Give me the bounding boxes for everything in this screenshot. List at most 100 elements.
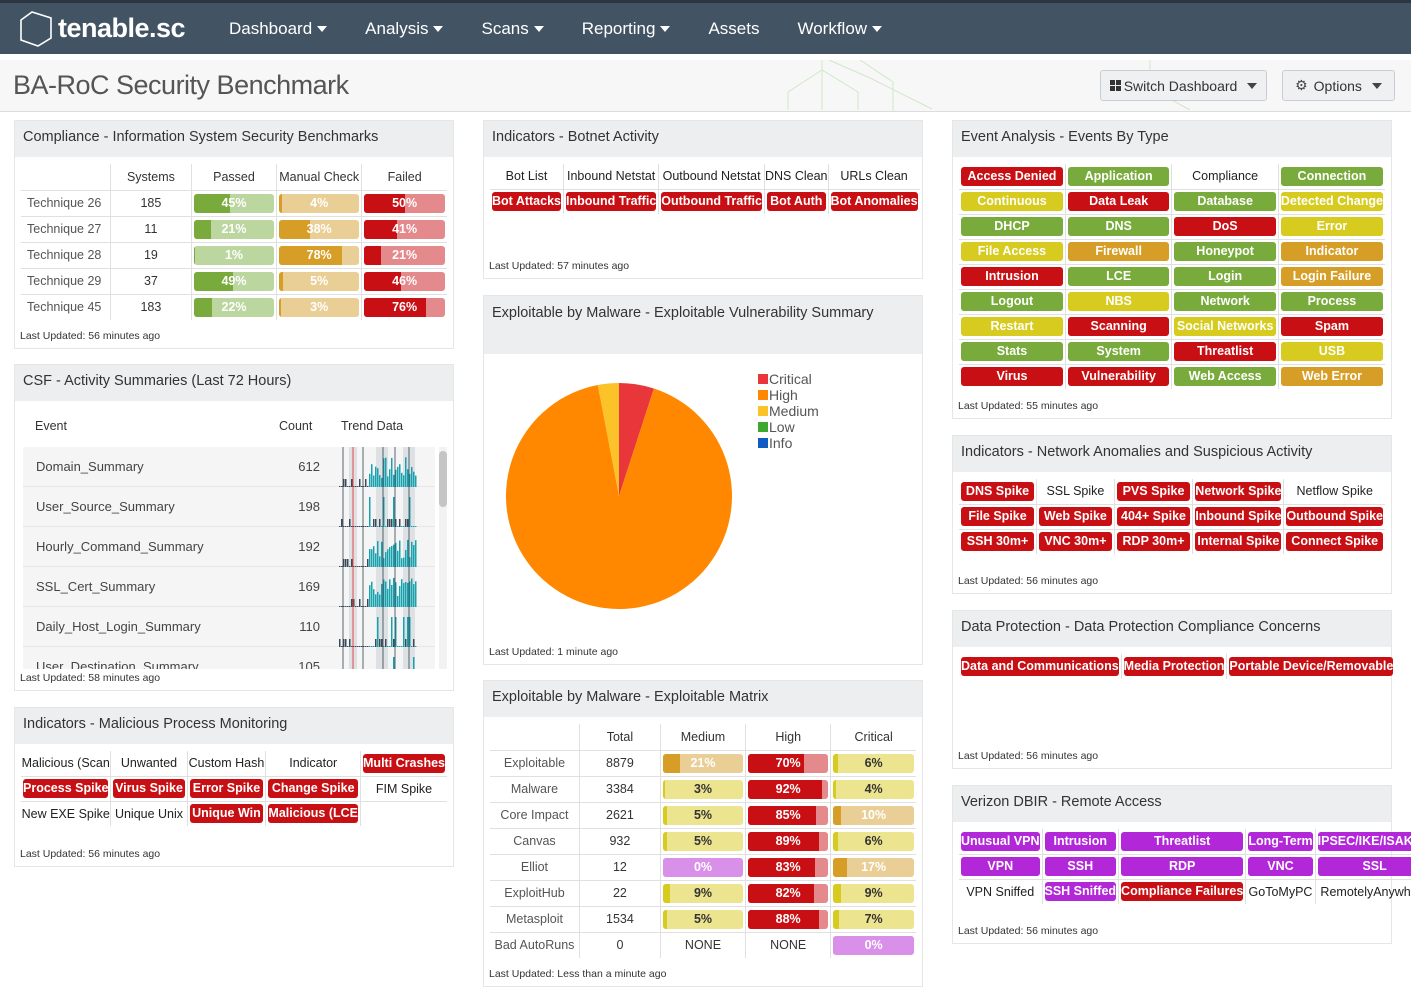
login-indicator[interactable]: Login <box>1174 267 1276 286</box>
failed-progress-bar[interactable]: 41% <box>364 219 445 239</box>
passed-progress-bar[interactable]: 21% <box>193 219 275 239</box>
nav-analysis[interactable]: Analysis <box>365 19 444 39</box>
medium-progress-bar[interactable]: 9% <box>662 883 744 903</box>
intrusion-indicator[interactable]: Intrusion <box>1044 831 1117 851</box>
high-progress-bar[interactable]: 89% <box>748 831 829 851</box>
honeypot-indicator[interactable]: Honeypot <box>1174 242 1276 261</box>
medium-progress-bar[interactable]: 5% <box>662 805 744 825</box>
indicator-indicator[interactable]: Indicator <box>1280 242 1383 261</box>
web-error-indicator[interactable]: Web Error <box>1280 367 1383 387</box>
rdp-30m-indicator[interactable]: RDP 30m+ <box>1116 532 1191 552</box>
ssh-indicator[interactable]: SSH <box>1044 857 1117 876</box>
unwanted-indicator[interactable]: Unwanted <box>111 756 186 770</box>
media-protection-indicator[interactable]: Media Protection <box>1123 657 1225 676</box>
logo[interactable]: tenable.sc <box>18 10 208 48</box>
network-indicator[interactable]: Network <box>1174 292 1276 311</box>
multi-crashes-indicator[interactable]: Multi Crashes <box>363 753 445 773</box>
vulnerability-indicator[interactable]: Vulnerability <box>1067 367 1170 387</box>
critical-progress-bar[interactable]: 17% <box>833 857 914 877</box>
critical-progress-bar[interactable]: 6% <box>833 831 914 851</box>
logout-indicator[interactable]: Logout <box>961 292 1063 311</box>
table-row[interactable]: Technique 28 19 1% 78% 21% <box>21 242 447 269</box>
remotelyanywhere-indicator[interactable]: RemotelyAnywhere <box>1316 885 1411 899</box>
table-row[interactable]: SSL_Cert_Summary 169 <box>23 567 435 607</box>
manual-progress-bar[interactable]: 78% <box>279 245 360 265</box>
web-spike-indicator[interactable]: Web Spike <box>1039 507 1112 526</box>
medium-progress-bar[interactable]: 5% <box>662 909 744 929</box>
failed-progress-bar[interactable]: 50% <box>364 193 445 213</box>
table-row[interactable]: ExploitHub 22 9% 82% 9% <box>490 880 916 907</box>
connection-indicator[interactable]: Connection <box>1280 166 1383 186</box>
high-progress-bar[interactable]: 85% <box>748 805 829 825</box>
vnc-30m-indicator[interactable]: VNC 30m+ <box>1039 532 1112 552</box>
continuous-indicator[interactable]: Continuous <box>961 192 1063 211</box>
detected-change-indicator[interactable]: Detected Change <box>1280 192 1383 211</box>
file-access-indicator[interactable]: File Access <box>961 242 1063 261</box>
web-access-indicator[interactable]: Web Access <box>1174 367 1276 387</box>
table-row[interactable]: Malware 3384 3% 92% 4% <box>490 776 916 803</box>
error-indicator[interactable]: Error <box>1280 217 1383 236</box>
long-term-indicator[interactable]: Long-Term <box>1248 831 1313 851</box>
bot-attacks-indicator[interactable]: Bot Attacks <box>492 192 561 212</box>
manual-progress-bar[interactable]: 3% <box>279 297 360 317</box>
legend-item-info[interactable]: Info <box>758 435 819 451</box>
table-row[interactable]: User_Source_Summary 198 <box>23 487 435 527</box>
internal-spike-indicator[interactable]: Internal Spike <box>1195 532 1282 552</box>
outbound-traffic-indicator[interactable]: Outbound Traffic <box>661 192 762 212</box>
lce-indicator[interactable]: LCE <box>1067 267 1170 286</box>
nav-scans[interactable]: Scans <box>481 19 544 39</box>
threatlist-indicator[interactable]: Threatlist <box>1121 831 1244 851</box>
manual-progress-bar[interactable]: 5% <box>279 271 360 291</box>
table-row[interactable]: Canvas 932 5% 89% 6% <box>490 828 916 855</box>
virus-indicator[interactable]: Virus <box>961 367 1063 387</box>
custom-hash-indicator[interactable]: Custom Hash <box>188 756 266 770</box>
spam-indicator[interactable]: Spam <box>1280 317 1383 336</box>
failed-progress-bar[interactable]: 76% <box>364 297 445 317</box>
nav-dashboard[interactable]: Dashboard <box>229 19 328 39</box>
virus-spike-indicator[interactable]: Virus Spike <box>113 779 185 798</box>
ssh-sniffed-indicator[interactable]: SSH Sniffed <box>1044 882 1117 902</box>
dns-indicator[interactable]: DNS <box>1067 217 1170 236</box>
high-progress-bar[interactable]: 88% <box>748 909 829 929</box>
failed-progress-bar[interactable]: 21% <box>364 245 445 265</box>
scrollbar[interactable] <box>439 447 447 669</box>
table-row[interactable]: Elliot 12 0% 83% 17% <box>490 854 916 881</box>
passed-progress-bar[interactable]: 22% <box>193 297 275 317</box>
inbound-spike-indicator[interactable]: Inbound Spike <box>1195 507 1282 526</box>
nav-reporting[interactable]: Reporting <box>582 19 671 39</box>
change-spike-indicator[interactable]: Change Spike <box>268 779 359 798</box>
table-row[interactable]: Metasploit 1534 5% 88% 7% <box>490 906 916 933</box>
pvs-spike-indicator[interactable]: PVS Spike <box>1116 481 1191 501</box>
table-row[interactable]: Bad AutoRuns 0 NONE NONE 0% <box>490 932 916 958</box>
process-spike-indicator[interactable]: Process Spike <box>23 779 109 798</box>
firewall-indicator[interactable]: Firewall <box>1067 242 1170 261</box>
critical-progress-bar[interactable]: 10% <box>833 805 914 825</box>
ipsec-ike-isakmp-indicator[interactable]: IPSEC/IKE/ISAKMP <box>1317 831 1411 851</box>
portable-device-removable-indicator[interactable]: Portable Device/Removable <box>1229 657 1394 676</box>
malicious-scan-indicator[interactable]: Malicious (Scan <box>21 756 110 770</box>
data-leak-indicator[interactable]: Data Leak <box>1067 192 1170 211</box>
stats-indicator[interactable]: Stats <box>961 342 1063 361</box>
high-progress-bar[interactable]: 92% <box>748 779 829 799</box>
urls-clean-indicator[interactable]: URLs Clean <box>829 169 920 183</box>
critical-progress-bar[interactable]: 9% <box>833 883 914 903</box>
fim-spike-indicator[interactable]: FIM Spike <box>361 782 447 796</box>
table-row[interactable]: Daily_Host_Login_Summary 110 <box>23 607 435 647</box>
legend-item-high[interactable]: High <box>758 387 819 403</box>
vnc-indicator[interactable]: VNC <box>1248 857 1313 876</box>
table-row[interactable]: User_Destination_Summary 105 <box>23 647 435 669</box>
legend-item-critical[interactable]: Critical <box>758 371 819 387</box>
legend-item-medium[interactable]: Medium <box>758 403 819 419</box>
bot-anomalies-indicator[interactable]: Bot Anomalies <box>830 192 918 212</box>
dns-spike-indicator[interactable]: DNS Spike <box>961 481 1035 501</box>
high-progress-bar[interactable]: 83% <box>748 857 829 877</box>
medium-progress-bar[interactable]: 21% <box>662 753 744 773</box>
process-indicator[interactable]: Process <box>1280 292 1383 311</box>
outbound-spike-indicator[interactable]: Outbound Spike <box>1286 507 1383 526</box>
dhcp-indicator[interactable]: DHCP <box>961 217 1063 236</box>
indicator-indicator[interactable]: Indicator <box>266 756 360 770</box>
bot-list-indicator[interactable]: Bot List <box>490 169 563 183</box>
restart-indicator[interactable]: Restart <box>961 317 1063 336</box>
file-spike-indicator[interactable]: File Spike <box>961 507 1035 526</box>
critical-progress-bar[interactable]: 0% <box>833 935 914 955</box>
